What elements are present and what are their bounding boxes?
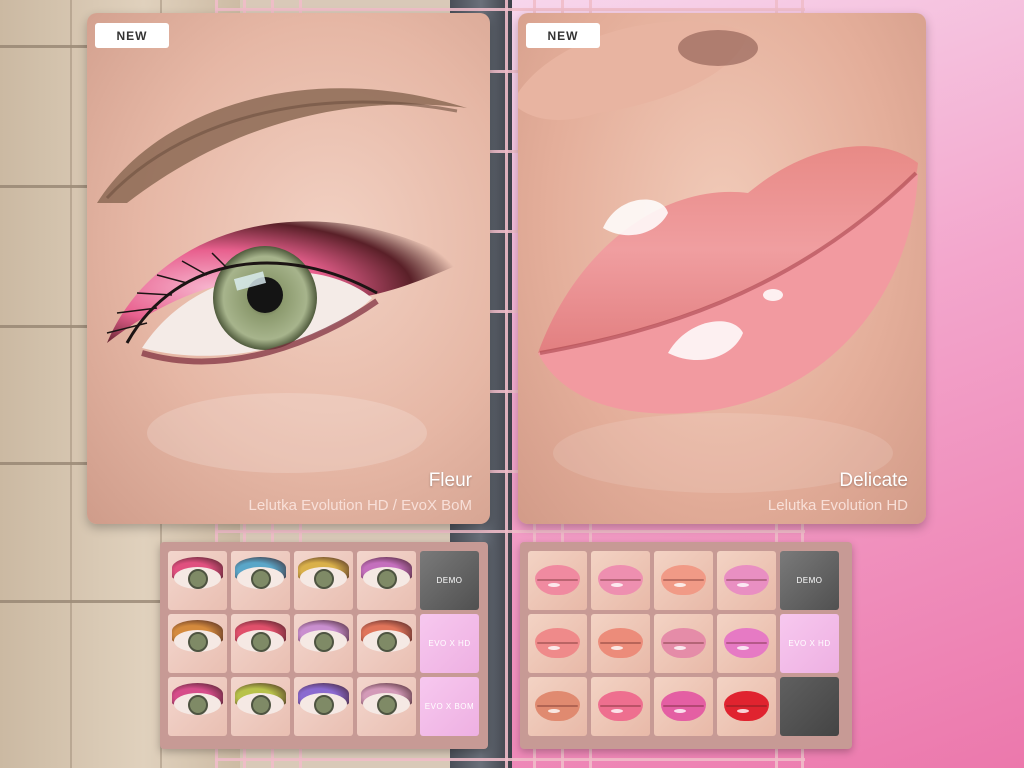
lipstick-swatch[interactable] <box>591 551 650 610</box>
lip-line <box>537 642 578 644</box>
lip-line <box>600 705 641 707</box>
iris <box>188 695 208 715</box>
lip-gloss-highlight <box>674 709 686 713</box>
lip-line <box>600 642 641 644</box>
evox-hd-button[interactable]: EVO X HD <box>780 614 839 673</box>
eyeshadow-product-card[interactable]: NEW Fleur Lelutka Evolution HD / EvoX Bo… <box>87 13 490 524</box>
lip-line <box>537 579 578 581</box>
lip-gloss-highlight <box>611 709 623 713</box>
lip-line <box>663 579 704 581</box>
lip-gloss-highlight <box>737 583 749 587</box>
lipstick-product-card[interactable]: NEW Delicate Lelutka Evolution HD <box>518 13 926 524</box>
evox-bom-button[interactable]: EVO X BOM <box>420 677 479 736</box>
lip-line <box>537 705 578 707</box>
lip-line <box>726 642 767 644</box>
product-title: Delicate <box>839 470 908 491</box>
lip-line <box>726 579 767 581</box>
iris <box>251 695 271 715</box>
new-badge: NEW <box>526 23 600 48</box>
lipstick-swatch[interactable] <box>717 614 776 673</box>
iris <box>188 632 208 652</box>
lip-gloss-highlight <box>674 646 686 650</box>
lipstick-swatch[interactable] <box>591 614 650 673</box>
lips-closeup-image <box>518 21 918 493</box>
iris <box>251 632 271 652</box>
lipstick-swatch[interactable] <box>528 614 587 673</box>
lipstick-swatch[interactable] <box>654 551 713 610</box>
lip-gloss-highlight <box>737 709 749 713</box>
lipstick-swatch[interactable] <box>654 677 713 736</box>
iris <box>314 695 334 715</box>
iris <box>251 569 271 589</box>
product-compatibility: Lelutka Evolution HD / EvoX BoM <box>248 497 472 514</box>
eyeshadow-swatch[interactable] <box>294 677 353 736</box>
lip-gloss-highlight <box>737 646 749 650</box>
eyeshadow-swatch[interactable] <box>231 551 290 610</box>
lip-line <box>663 642 704 644</box>
eye-closeup-image <box>97 88 467 473</box>
iris <box>188 569 208 589</box>
lip-gloss-highlight <box>548 583 560 587</box>
lipstick-swatch[interactable] <box>528 551 587 610</box>
eyeshadow-swatch[interactable] <box>357 614 416 673</box>
lipstick-swatch[interactable] <box>654 614 713 673</box>
lip-gloss-highlight <box>548 709 560 713</box>
blank-button <box>780 677 839 736</box>
iris <box>314 569 334 589</box>
product-compatibility: Lelutka Evolution HD <box>767 497 908 514</box>
lip-gloss-highlight <box>611 646 623 650</box>
lip-line <box>726 705 767 707</box>
lipstick-swatch[interactable] <box>591 677 650 736</box>
evox-hd-button[interactable]: EVO X HD <box>420 614 479 673</box>
product-ad-scene: NEW Fleur Lelutka Evolution HD / EvoX Bo… <box>0 0 1024 768</box>
lip-gloss-highlight <box>674 583 686 587</box>
iris <box>377 695 397 715</box>
eyeshadow-swatch[interactable] <box>231 677 290 736</box>
demo-button[interactable]: DEMO <box>780 551 839 610</box>
eyeshadow-swatch[interactable] <box>168 677 227 736</box>
eyeshadow-swatch[interactable] <box>168 614 227 673</box>
eyeshadow-swatch[interactable] <box>294 614 353 673</box>
eyeshadow-swatch[interactable] <box>357 677 416 736</box>
lipstick-swatch[interactable] <box>717 551 776 610</box>
lipstick-swatch[interactable] <box>528 677 587 736</box>
lipstick-swatch-panel: DEMO EVO X HD <box>520 542 852 749</box>
demo-button[interactable]: DEMO <box>420 551 479 610</box>
lip-gloss-highlight <box>548 646 560 650</box>
iris <box>314 632 334 652</box>
lip-line <box>663 705 704 707</box>
new-badge: NEW <box>95 23 169 48</box>
product-title: Fleur <box>428 470 472 491</box>
iris <box>377 569 397 589</box>
eyeshadow-swatch[interactable] <box>231 614 290 673</box>
eyeshadow-swatch[interactable] <box>168 551 227 610</box>
eyeshadow-swatch[interactable] <box>294 551 353 610</box>
eyeshadow-swatch-panel: DEMO EVO X HD EVO X BOM <box>160 542 488 749</box>
lip-gloss-highlight <box>611 583 623 587</box>
lip-line <box>600 579 641 581</box>
eyeshadow-swatch[interactable] <box>357 551 416 610</box>
iris <box>377 632 397 652</box>
lipstick-swatch[interactable] <box>717 677 776 736</box>
